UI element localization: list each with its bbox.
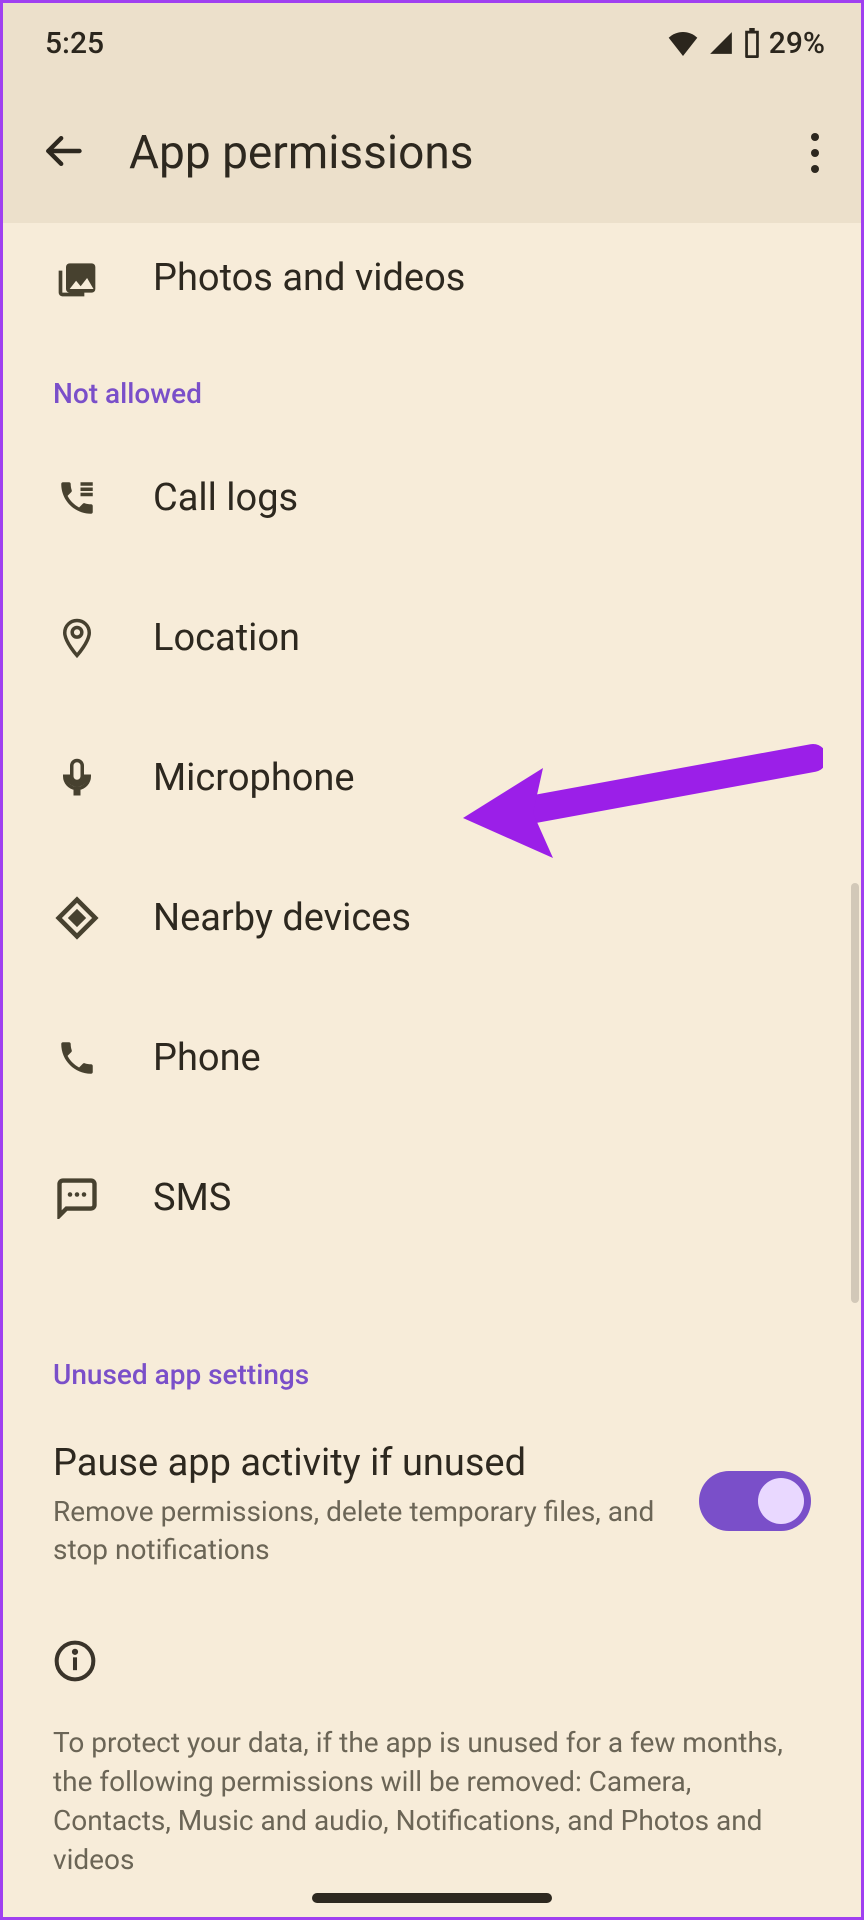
permission-location[interactable]: Location xyxy=(3,568,861,708)
toggle-knob xyxy=(758,1478,804,1524)
permission-label: SMS xyxy=(153,1176,231,1220)
battery-percent: 29% xyxy=(769,26,825,61)
permission-phone[interactable]: Phone xyxy=(3,988,861,1128)
permission-photos-videos[interactable]: Photos and videos xyxy=(3,223,861,333)
permission-sms[interactable]: SMS xyxy=(3,1128,861,1268)
permission-label: Microphone xyxy=(153,756,355,800)
more-options-button[interactable] xyxy=(811,133,819,173)
battery-icon xyxy=(743,28,761,58)
info-icon-row xyxy=(3,1569,861,1717)
nearby-icon xyxy=(53,894,101,942)
back-button[interactable] xyxy=(41,129,85,177)
permission-label: Location xyxy=(153,616,300,660)
section-not-allowed: Not allowed xyxy=(3,333,861,428)
more-vert-icon xyxy=(811,133,819,141)
signal-icon xyxy=(707,30,735,56)
content: Photos and videos Not allowed Call logs … xyxy=(3,223,861,1879)
permission-call-logs[interactable]: Call logs xyxy=(3,428,861,568)
status-right: 29% xyxy=(667,26,825,61)
permission-microphone[interactable]: Microphone xyxy=(3,708,861,848)
status-time: 5:25 xyxy=(45,26,104,61)
permission-label: Call logs xyxy=(153,476,298,520)
info-icon xyxy=(53,1639,97,1683)
pause-unused-title: Pause app activity if unused xyxy=(53,1441,675,1485)
status-bar: 5:25 29% xyxy=(3,3,861,83)
pause-unused-setting[interactable]: Pause app activity if unused Remove perm… xyxy=(3,1409,861,1569)
scroll-indicator xyxy=(851,883,859,1303)
section-unused: Unused app settings xyxy=(3,1268,861,1409)
phone-icon xyxy=(53,1034,101,1082)
arrow-back-icon xyxy=(41,129,85,173)
wifi-icon xyxy=(667,30,699,56)
permission-label: Phone xyxy=(153,1036,261,1080)
photos-icon xyxy=(53,254,101,302)
permission-label: Nearby devices xyxy=(153,896,411,940)
permission-nearby-devices[interactable]: Nearby devices xyxy=(3,848,861,988)
nav-handle[interactable] xyxy=(312,1893,552,1903)
page-title: App permissions xyxy=(129,126,767,180)
microphone-icon xyxy=(53,754,101,802)
info-text: To protect your data, if the app is unus… xyxy=(3,1717,861,1880)
permission-label: Photos and videos xyxy=(153,256,465,300)
app-bar: App permissions xyxy=(3,83,861,223)
sms-icon xyxy=(53,1174,101,1222)
call-log-icon xyxy=(53,474,101,522)
location-icon xyxy=(53,614,101,662)
pause-unused-toggle[interactable] xyxy=(699,1471,811,1531)
pause-unused-subtitle: Remove permissions, delete temporary fil… xyxy=(53,1493,675,1569)
